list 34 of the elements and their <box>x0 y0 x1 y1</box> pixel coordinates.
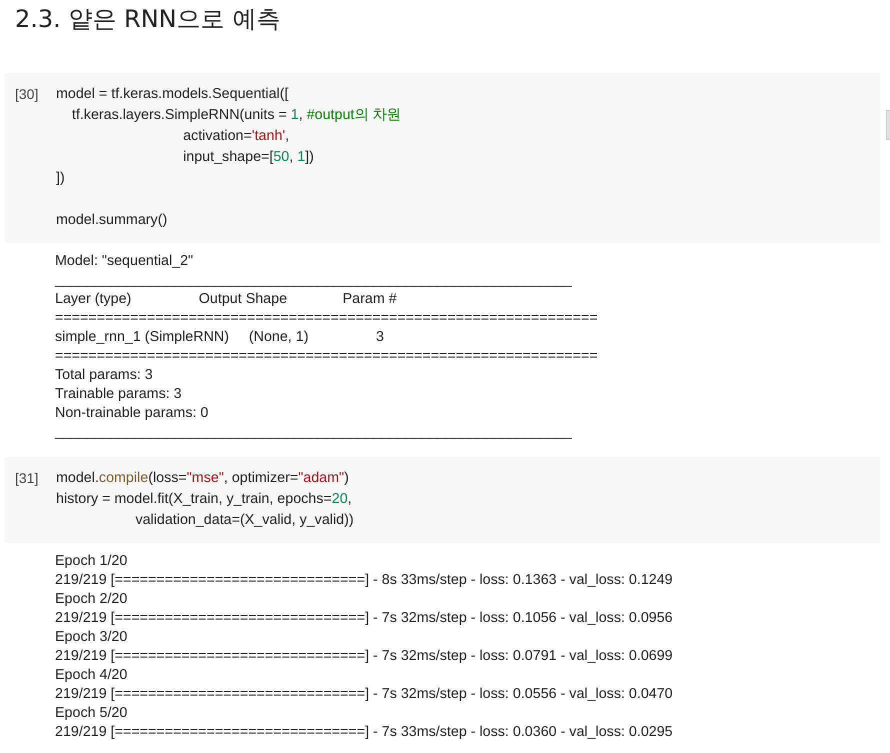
section-heading: 2.3. 얕은 RNN으로 예측 <box>14 4 282 35</box>
output-line: Layer (type) Output Shape Param # <box>55 290 398 309</box>
code-line: tf.keras.layers.SimpleRNN(units = 1, #output의 차원 <box>70 106 400 125</box>
execution-count: [30] <box>15 85 40 104</box>
code-line: input_shape=[50, 1]) <box>182 148 315 167</box>
code-line: ]) <box>56 169 66 188</box>
output-line: 219/219 [==============================] - 7s 32ms/step - loss: 0.0556 - val_loss: 0.0470 <box>55 685 674 704</box>
output-line: Trainable params: 3 <box>55 385 183 404</box>
output-line: Non-trainable params: 0 <box>55 404 210 423</box>
code-cell[interactable]: [30] model = tf.keras.models.Sequential([ tf.keras.layers.SimpleRNN(units = 1, #output의 차원 activation='tanh', input_shape=[50, 1]) ]) model.summary() <box>5 73 881 243</box>
code-line: model.summary() <box>56 211 168 230</box>
code-line: model = tf.keras.models.Sequential([ <box>56 85 290 104</box>
output-line: 219/219 [==============================] - 7s 32ms/step - loss: 0.0791 - val_loss: 0.0699 <box>55 647 674 666</box>
execution-count: [31] <box>15 469 40 488</box>
output-line: Epoch 5/20 <box>55 704 128 723</box>
code-line: model.compile(loss="mse", optimizer="adam") <box>56 469 350 488</box>
output-line: ================================================================= <box>55 347 599 366</box>
output-line: Total params: 3 <box>55 366 154 385</box>
output-line: Epoch 2/20 <box>55 590 128 609</box>
code-line: activation='tanh', <box>182 127 290 146</box>
code-cell[interactable]: [31] model.compile(loss="mse", optimizer="adam") history = model.fit(X_train, y_train, epochs=20, validation_data=(X_valid, y_valid)) <box>5 457 881 543</box>
output-line: Model: "sequential_2" <box>55 252 194 271</box>
output-line: 219/219 [==============================] - 7s 33ms/step - loss: 0.0360 - val_loss: 0.0295 <box>55 723 674 742</box>
output-line: simple_rnn_1 (SimpleRNN) (None, 1) 3 <box>55 328 385 347</box>
output-line: Epoch 4/20 <box>55 666 128 685</box>
output-line: _________________________________________________________________ <box>55 271 573 290</box>
code-line: history = model.fit(X_train, y_train, epochs=20, <box>56 490 353 509</box>
code-line: validation_data=(X_valid, y_valid)) <box>134 511 354 530</box>
output-line: Epoch 1/20 <box>55 552 128 571</box>
output-line: 219/219 [==============================] - 8s 33ms/step - loss: 0.1363 - val_loss: 0.1249 <box>55 571 674 590</box>
output-line: _________________________________________________________________ <box>55 423 573 442</box>
output-line: ================================================================= <box>55 309 599 328</box>
output-line: 219/219 [==============================] - 7s 32ms/step - loss: 0.1056 - val_loss: 0.0956 <box>55 609 674 628</box>
output-line: Epoch 3/20 <box>55 628 128 647</box>
